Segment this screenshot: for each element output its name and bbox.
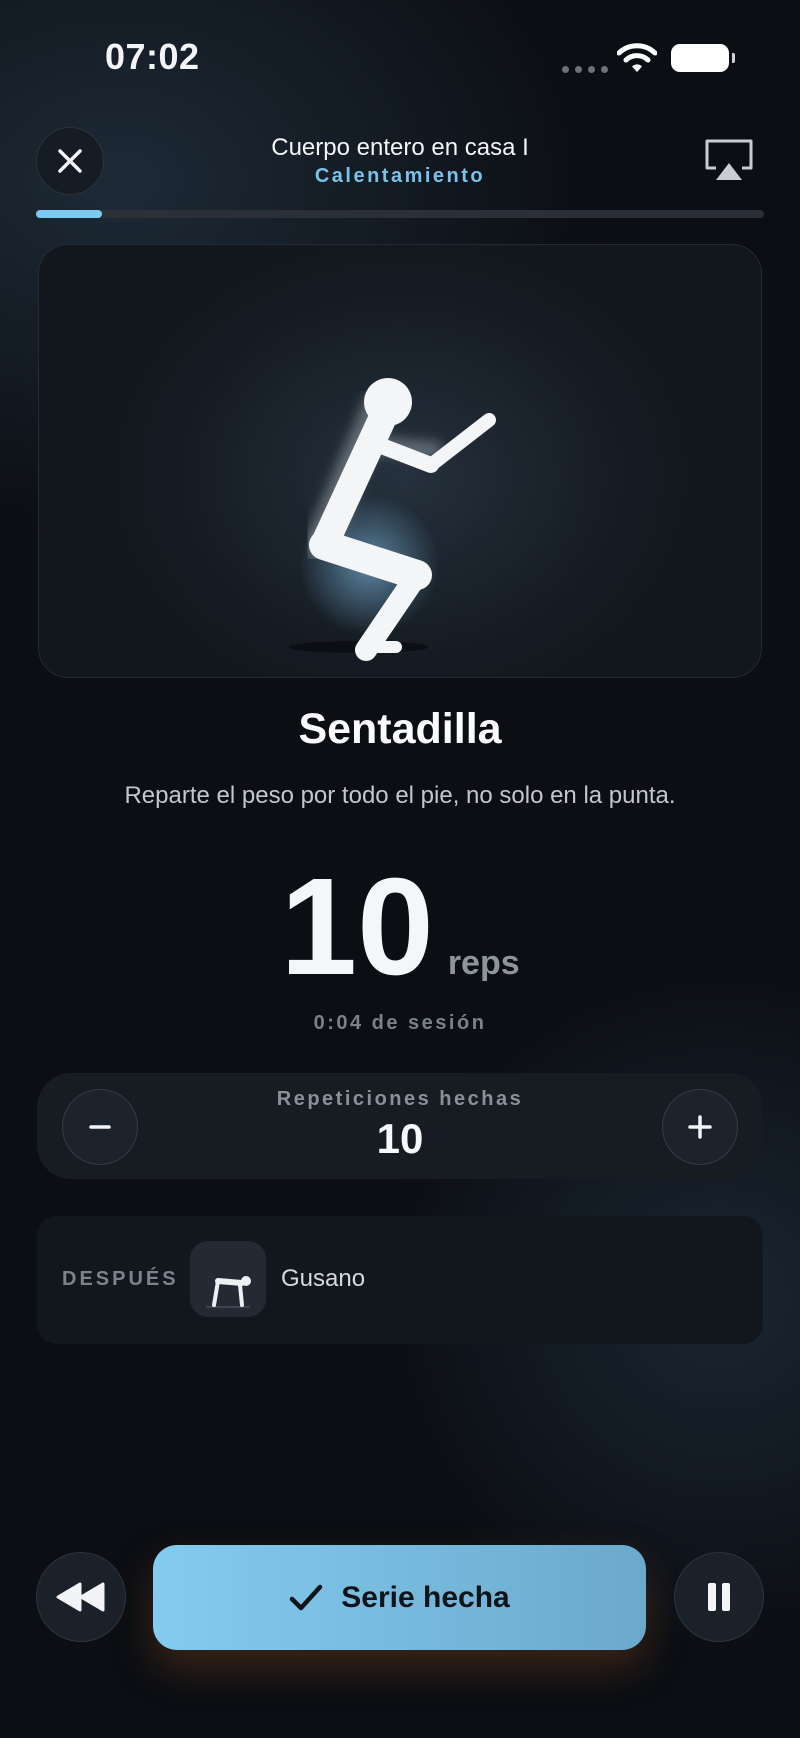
close-icon <box>58 149 82 173</box>
workout-phase: Calentamiento <box>314 165 486 187</box>
inchworm-figure-icon <box>206 1276 251 1308</box>
rewind-icon <box>56 1582 105 1612</box>
next-exercise-thumbnail <box>190 1241 266 1317</box>
target-reps-value: 10 <box>280 850 434 1004</box>
squat-figure <box>79 378 723 661</box>
plus-icon <box>688 1115 712 1139</box>
next-exercise-label: DESPUÉS <box>62 1268 179 1290</box>
exercise-name: Sentadilla <box>298 705 502 753</box>
pause-button[interactable] <box>674 1552 764 1642</box>
decrement-reps-button[interactable] <box>62 1089 138 1165</box>
set-done-button[interactable]: Serie hecha <box>153 1545 646 1650</box>
close-button[interactable] <box>36 127 104 195</box>
wifi-icon <box>617 43 657 72</box>
status-time: 07:02 <box>105 36 200 77</box>
increment-reps-button[interactable] <box>662 1089 738 1165</box>
airplay-icon[interactable] <box>702 138 756 184</box>
battery-icon <box>671 44 735 72</box>
session-time: 0:04 de sesión <box>313 1012 487 1034</box>
workout-title: Cuerpo entero en casa I <box>271 134 529 161</box>
target-reps-unit: reps <box>447 944 520 982</box>
previous-exercise-button[interactable] <box>36 1552 126 1642</box>
reps-counter-value: 10 <box>376 1115 424 1162</box>
reps-counter-label: Repeticiones hechas <box>276 1088 524 1110</box>
cellular-signal-icon <box>562 66 608 73</box>
workout-progress-fill <box>36 210 102 218</box>
next-exercise-name: Gusano <box>281 1265 366 1292</box>
minus-icon <box>89 1125 111 1129</box>
set-done-label: Serie hecha <box>341 1580 510 1614</box>
checkmark-icon <box>290 1584 323 1610</box>
pause-icon <box>708 1583 730 1611</box>
workout-progress-track <box>36 210 764 218</box>
exercise-tip: Reparte el peso por todo el pie, no solo… <box>124 782 676 809</box>
exercise-animation <box>38 244 762 678</box>
target-reps: 10 reps <box>0 858 800 996</box>
